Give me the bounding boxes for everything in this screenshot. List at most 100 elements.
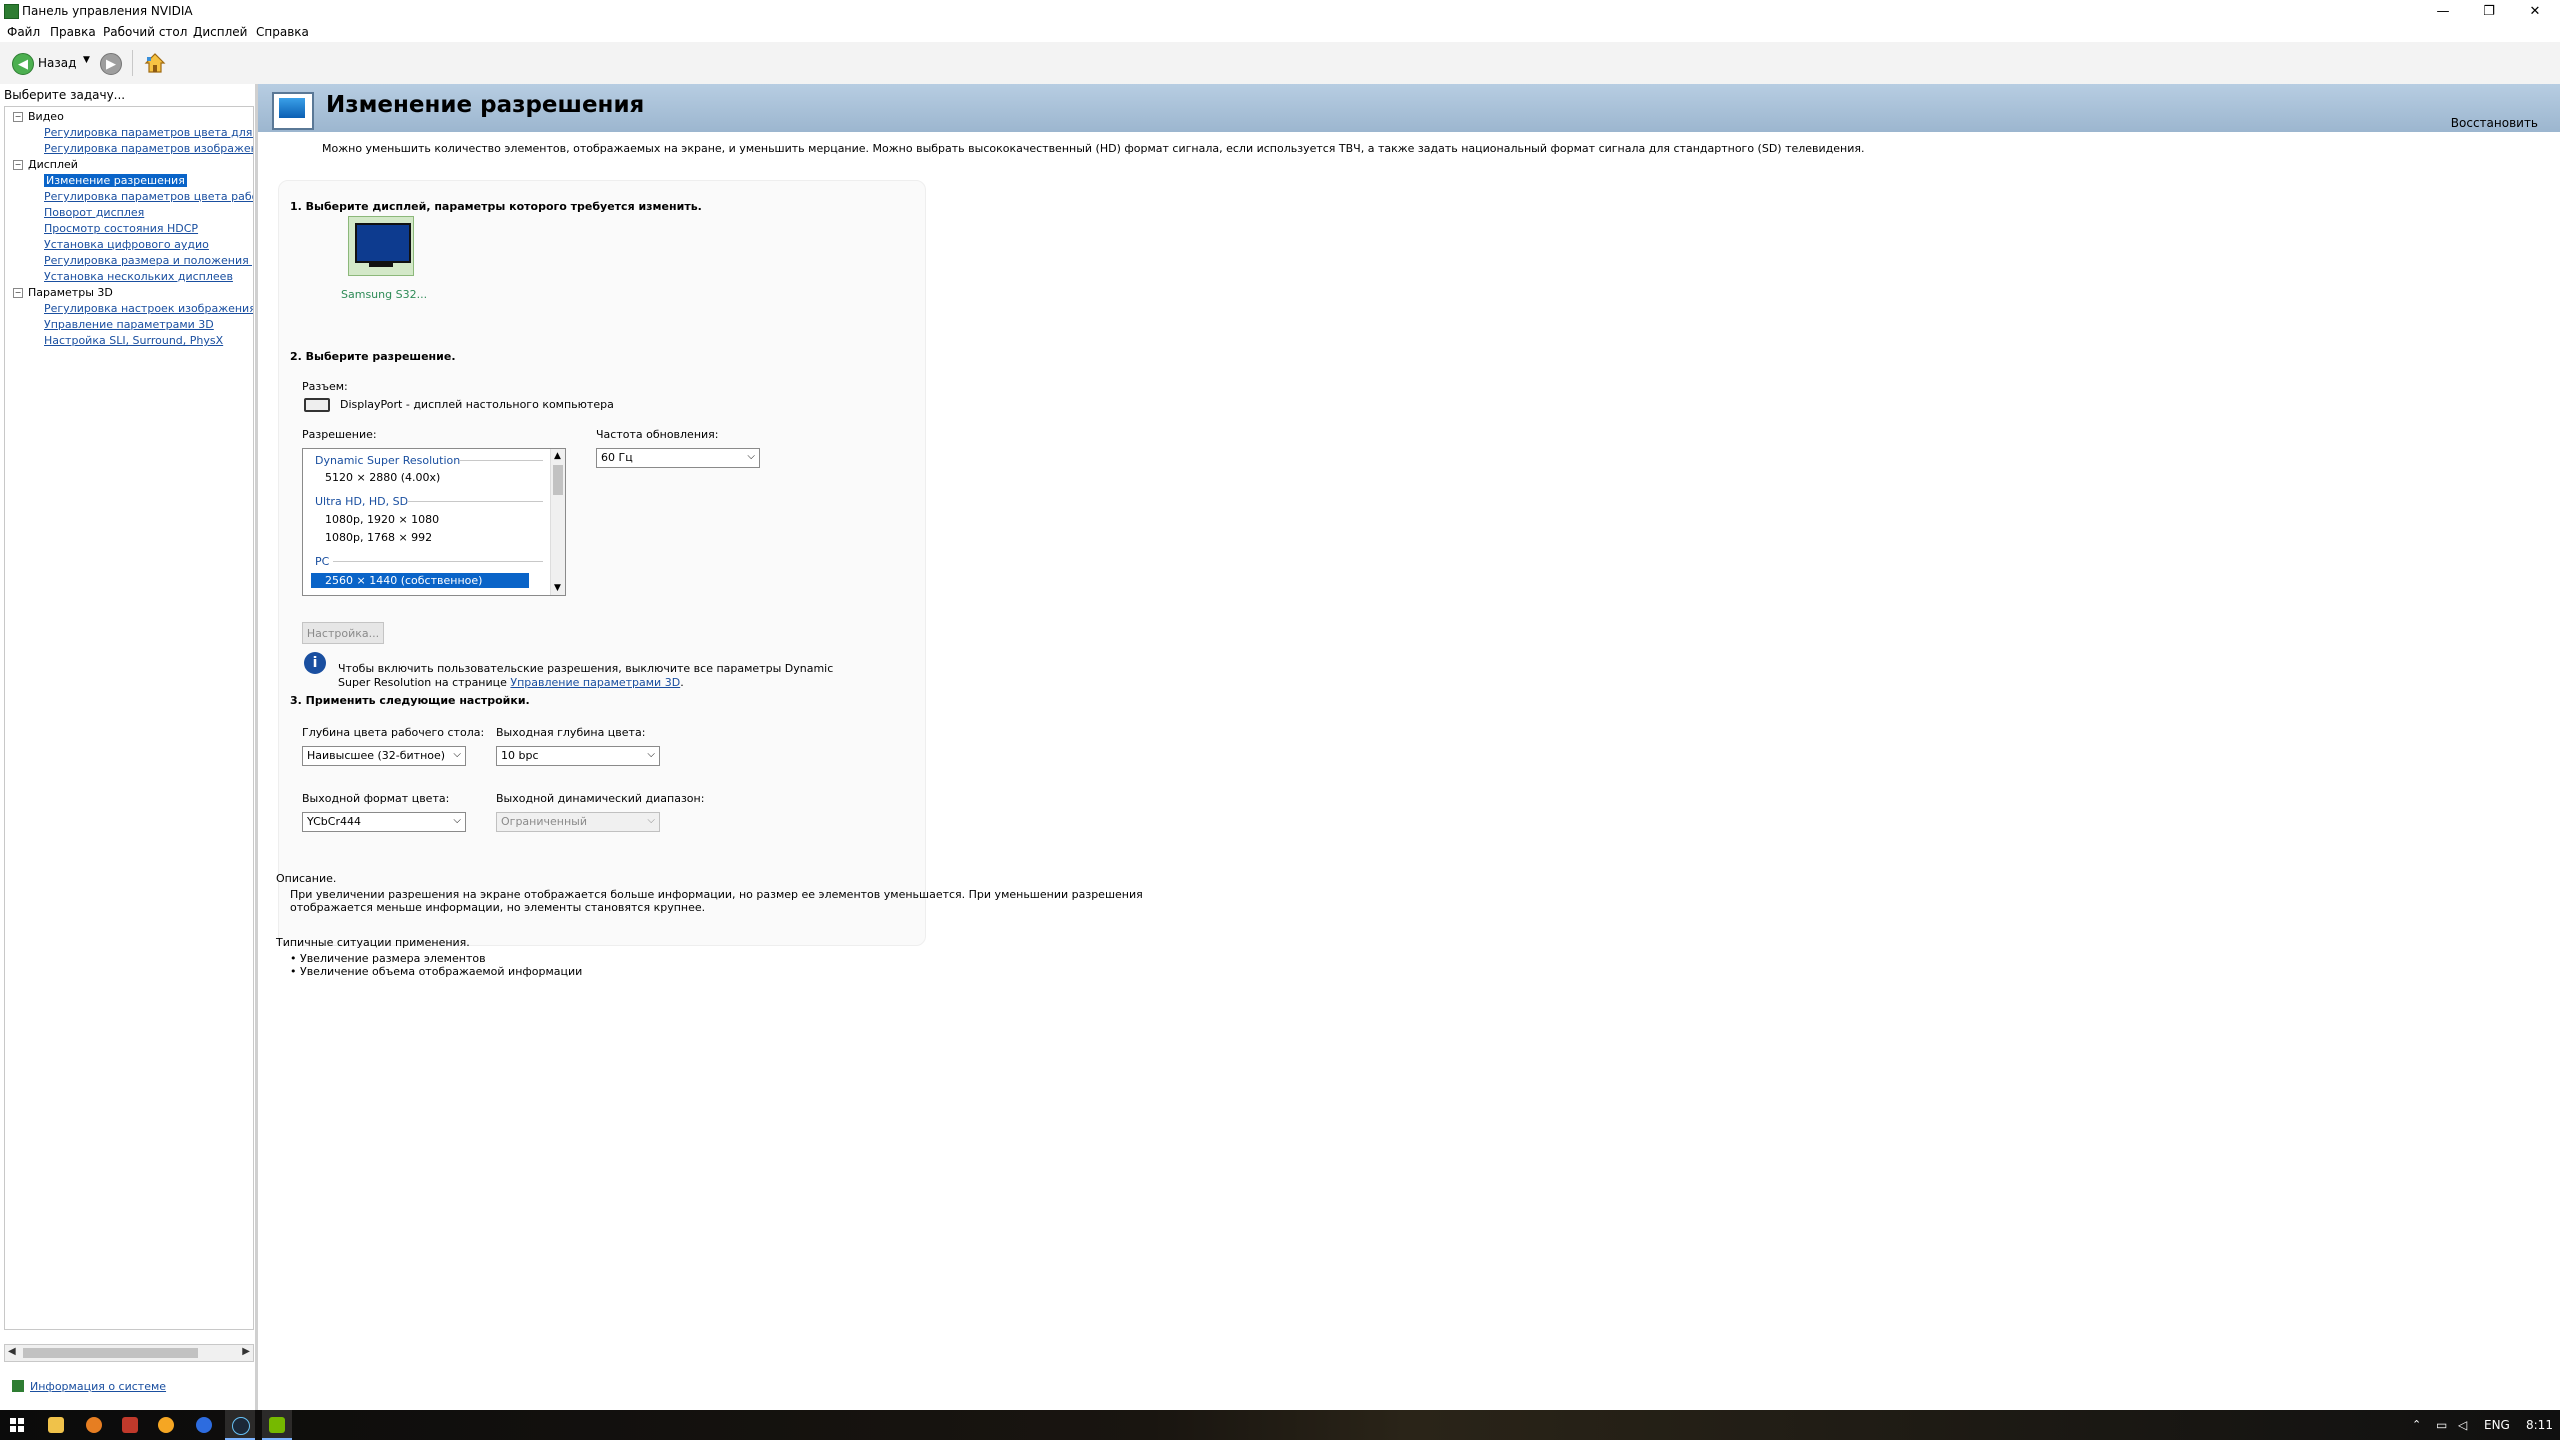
chevron-down-icon: ⌵ [647, 815, 655, 826]
tree-node-video[interactable]: Видео [28, 110, 64, 123]
chevron-down-icon: ⌵ [453, 749, 461, 760]
tree-item-digital-audio[interactable]: Установка цифрового аудио [44, 238, 209, 251]
minimize-button[interactable]: — [2420, 0, 2466, 22]
tree-item-video-image[interactable]: Регулировка параметров изображения д [44, 142, 253, 155]
task-tree: − Видео Регулировка параметров цвета для… [4, 106, 254, 1330]
description-line2: отображается меньше информации, но элеме… [290, 901, 706, 914]
tree-item-hdcp-status[interactable]: Просмотр состояния HDCP [44, 222, 198, 235]
tree-item-manage-3d[interactable]: Управление параметрами 3D [44, 318, 214, 331]
tree-node-3d[interactable]: Параметры 3D [28, 286, 113, 299]
steam-icon[interactable] [232, 1417, 250, 1435]
output-format-label: Выходной формат цвета: [302, 792, 450, 805]
menu-edit[interactable]: Правка [50, 25, 96, 39]
info-text-suffix: . [680, 676, 684, 689]
nvidia-icon[interactable] [269, 1417, 285, 1433]
tray-chevron-icon[interactable]: ⌃ [2412, 1418, 2421, 1431]
displayport-icon [304, 398, 330, 412]
toolbar: ◀ Назад ▼ ▶ [0, 42, 2560, 85]
desktop-depth-label: Глубина цвета рабочего стола: [302, 726, 485, 739]
tree-item-desktop-color[interactable]: Регулировка параметров цвета рабочег [44, 190, 253, 203]
desktop-depth-dropdown[interactable]: Наивысшее (32-битное) ⌵ [302, 746, 466, 766]
scroll-left-icon[interactable]: ◀ [8, 1346, 16, 1357]
tree-item-multiple-displays[interactable]: Установка нескольких дисплеев [44, 270, 233, 283]
list-item[interactable]: 1080p, 1920 × 1080 [325, 513, 439, 526]
output-depth-dropdown[interactable]: 10 bpc ⌵ [496, 746, 660, 766]
customize-button[interactable]: Настройка... [302, 622, 384, 644]
info-text-prefix: Super Resolution на странице [338, 676, 511, 689]
list-group-dsr: Dynamic Super Resolution [315, 454, 461, 467]
app-icon-3[interactable] [158, 1417, 174, 1433]
connector-value: DisplayPort - дисплей настольного компью… [340, 398, 614, 411]
tree-item-desktop-size[interactable]: Регулировка размера и положения рабо [44, 254, 253, 267]
step2-heading: 2. Выберите разрешение. [290, 350, 456, 363]
dynamic-range-dropdown[interactable]: Ограниченный ⌵ [496, 812, 660, 832]
tree-item-rotate-display[interactable]: Поворот дисплея [44, 206, 144, 219]
tree-item-sli-surround-physx[interactable]: Настройка SLI, Surround, PhysX [44, 334, 223, 347]
scroll-thumb[interactable] [23, 1348, 198, 1358]
windows-start-icon[interactable] [10, 1418, 24, 1432]
language-indicator[interactable]: ENG [2484, 1418, 2510, 1432]
file-explorer-icon[interactable] [48, 1417, 64, 1433]
task-pane-header: Выберите задачу... [4, 88, 126, 102]
typical-item-1: • Увеличение размера элементов [290, 952, 486, 965]
dynamic-range-label: Выходной динамический диапазон: [496, 792, 705, 805]
output-depth-label: Выходная глубина цвета: [496, 726, 646, 739]
expander-3d[interactable]: − [13, 288, 23, 298]
output-format-value: YCbCr444 [307, 815, 361, 828]
tree-node-display[interactable]: Дисплей [28, 158, 78, 171]
list-item-selected-label[interactable]: 2560 × 1440 (собственное) [325, 574, 482, 587]
list-item[interactable]: 5120 × 2880 (4.00x) [325, 471, 440, 484]
step1-heading: 1. Выберите дисплей, параметры которого … [290, 200, 702, 213]
tree-item-change-resolution[interactable]: Изменение разрешения [44, 174, 187, 187]
menu-file[interactable]: Файл [7, 25, 40, 39]
back-arrow-icon[interactable]: ◀ [12, 53, 34, 75]
chevron-down-icon: ⌵ [647, 749, 655, 760]
forward-arrow-icon[interactable]: ▶ [100, 53, 122, 75]
task-tree-hscrollbar[interactable]: ◀ ▶ [4, 1344, 254, 1362]
clock[interactable]: 8:11 [2526, 1418, 2553, 1432]
menu-desktop[interactable]: Рабочий стол [103, 25, 187, 39]
info-icon: i [304, 652, 326, 674]
step3-heading: 3. Применить следующие настройки. [290, 694, 530, 707]
task-pane: Выберите задачу... − Видео Регулировка п… [0, 84, 258, 1410]
chevron-down-icon: ⌵ [747, 451, 755, 462]
app-icon-4[interactable] [196, 1417, 212, 1433]
resolution-listbox[interactable]: Dynamic Super Resolution 5120 × 2880 (4.… [302, 448, 566, 596]
tree-item-video-color[interactable]: Регулировка параметров цвета для вид [44, 126, 253, 139]
volume-icon[interactable]: ◁ [2458, 1418, 2467, 1432]
display-monitor-icon[interactable] [348, 216, 414, 276]
expander-video[interactable]: − [13, 112, 23, 122]
refresh-rate-dropdown[interactable]: 60 Гц ⌵ [596, 448, 760, 468]
expander-display[interactable]: − [13, 160, 23, 170]
scroll-up-icon[interactable]: ▲ [554, 451, 561, 461]
title-bar: Панель управления NVIDIA — ❐ ✕ [0, 0, 2560, 22]
menu-bar: Файл Правка Рабочий стол Дисплей Справка [0, 22, 2560, 42]
tree-item-3d-image-settings[interactable]: Регулировка настроек изображения с пр [44, 302, 253, 315]
display-name[interactable]: Samsung S32... [341, 288, 427, 301]
connector-label: Разъем: [302, 380, 348, 393]
maximize-button[interactable]: ❐ [2466, 0, 2512, 22]
dynamic-range-value: Ограниченный [501, 815, 587, 828]
back-button-label[interactable]: Назад [38, 56, 76, 70]
list-item[interactable]: 1080p, 1768 × 992 [325, 531, 432, 544]
system-info-link[interactable]: Информация о системе [30, 1380, 166, 1393]
scroll-down-icon[interactable]: ▼ [554, 583, 561, 593]
back-dropdown-icon[interactable]: ▼ [83, 55, 90, 65]
restore-defaults-link[interactable]: Восстановить [2451, 116, 2538, 130]
resolution-list-scrollbar[interactable]: ▲ ▼ [550, 449, 565, 595]
scroll-thumb[interactable] [553, 465, 563, 495]
home-icon[interactable] [143, 51, 167, 75]
scroll-right-icon[interactable]: ▶ [242, 1346, 250, 1357]
menu-help[interactable]: Справка [256, 25, 309, 39]
page-intro: Можно уменьшить количество элементов, от… [322, 142, 1865, 155]
manage-3d-link[interactable]: Управление параметрами 3D [510, 676, 680, 689]
menu-display[interactable]: Дисплей [193, 25, 247, 39]
description-line1: При увеличении разрешения на экране отоб… [290, 888, 1143, 901]
list-group-uhd: Ultra HD, HD, SD [315, 495, 409, 508]
close-button[interactable]: ✕ [2512, 0, 2558, 22]
app-icon-2[interactable] [122, 1417, 138, 1433]
network-icon[interactable]: ▭ [2436, 1418, 2447, 1432]
app-icon-1[interactable] [86, 1417, 102, 1433]
toolbar-separator [132, 50, 133, 76]
output-format-dropdown[interactable]: YCbCr444 ⌵ [302, 812, 466, 832]
